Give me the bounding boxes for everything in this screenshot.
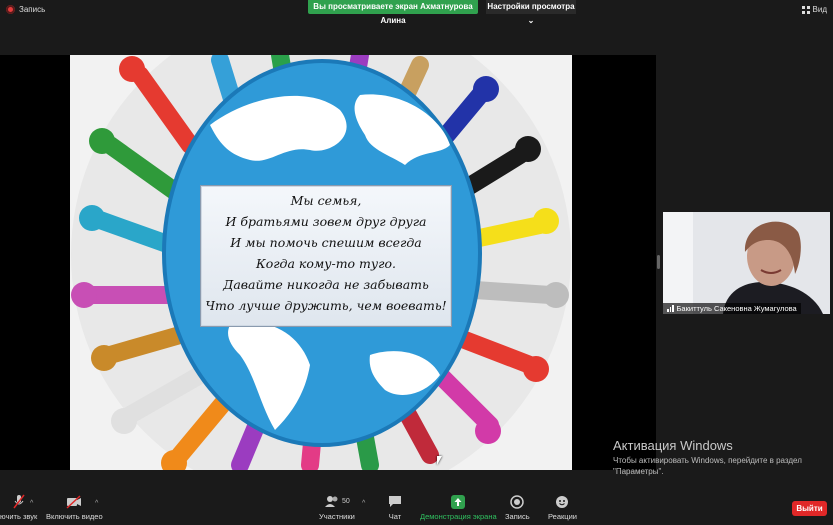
windows-activation-line: "Параметры". <box>613 467 664 476</box>
video-button[interactable]: Включить видео <box>46 494 103 521</box>
meeting-toolbar: ючить звук ^ Включить видео ^ 50 Участни… <box>0 490 833 525</box>
mouse-cursor-icon <box>437 456 442 465</box>
audio-label: ючить звук <box>0 512 38 521</box>
windows-activation-text: Чтобы активировать Windows, перейдите в … <box>613 455 828 477</box>
participants-options-caret[interactable]: ^ <box>362 500 365 507</box>
top-bar: Запись Вы просматриваете экран Ахматнуро… <box>0 0 833 25</box>
poem-line: Когда кому-то туго. <box>256 256 396 271</box>
participant-video <box>663 212 830 314</box>
microphone-muted-icon <box>12 494 26 509</box>
shared-slide: Мы семья, И братьями зовем друг друга И … <box>70 55 572 470</box>
participants-icon-group: 50 <box>324 494 350 509</box>
record-label: Запись <box>505 512 530 521</box>
recording-label: Запись <box>19 5 46 14</box>
poem-line: И братьями зовем друг друга <box>225 214 427 229</box>
reactions-label: Реакции <box>548 512 577 521</box>
share-screen-label: Демонстрация экрана <box>420 512 497 521</box>
windows-activation-title: Активация Windows <box>613 438 733 453</box>
chat-label: Чат <box>388 512 402 521</box>
windows-activation-line: Чтобы активировать Windows, перейдите в … <box>613 456 802 465</box>
participant-name: Бакиттуль Сакеновна Жумагулова <box>676 304 797 313</box>
camera-off-icon <box>65 494 83 509</box>
video-options-caret[interactable]: ^ <box>95 500 98 507</box>
recording-indicator[interactable]: Запись <box>6 5 45 14</box>
panel-resize-handle[interactable] <box>657 255 660 269</box>
audio-button[interactable]: ючить звук <box>0 494 37 521</box>
participants-count: 50 <box>342 498 350 505</box>
poem-line: Давайте никогда не забывать <box>223 277 429 292</box>
participant-name-tag: Бакиттуль Сакеновна Жумагулова <box>663 303 801 314</box>
record-icon <box>6 5 15 14</box>
record-icon <box>510 494 525 509</box>
view-label: Вид <box>812 5 827 14</box>
participants-button[interactable]: 50 Участники <box>319 494 355 521</box>
signal-strength-icon <box>667 305 674 312</box>
chat-button[interactable]: Чат <box>388 494 402 521</box>
sharing-banner: Вы просматриваете экран Ахматнурова Алин… <box>308 0 478 25</box>
participants-icon <box>325 496 338 507</box>
record-button[interactable]: Запись <box>505 494 530 521</box>
view-button[interactable]: Вид <box>801 5 827 14</box>
grid-icon <box>801 5 810 14</box>
chevron-down-icon: ⌄ <box>527 16 535 25</box>
participants-label: Участники <box>319 512 355 521</box>
poem-line: Что лучше дружить, чем воевать! <box>205 298 447 313</box>
poem-textbox: Мы семья, И братьями зовем друг друга И … <box>200 185 452 327</box>
leave-button[interactable]: Выйти <box>792 501 827 516</box>
poem-line: И мы помочь спешим всегда <box>230 235 422 250</box>
chat-icon <box>388 494 402 509</box>
audio-options-caret[interactable]: ^ <box>30 500 33 507</box>
poem-line: Мы семья, <box>290 193 362 208</box>
share-screen-icon <box>451 494 466 509</box>
share-screen-button[interactable]: Демонстрация экрана <box>420 494 497 521</box>
view-options-button[interactable]: Настройки просмотра ⌄ <box>486 0 576 25</box>
reactions-button[interactable]: Реакции <box>548 494 577 521</box>
reaction-smiley-icon <box>555 494 569 509</box>
participant-video-tile[interactable]: Бакиттуль Сакеновна Жумагулова <box>663 212 830 314</box>
view-options-label: Настройки просмотра <box>487 2 575 11</box>
video-label: Включить видео <box>46 512 103 521</box>
